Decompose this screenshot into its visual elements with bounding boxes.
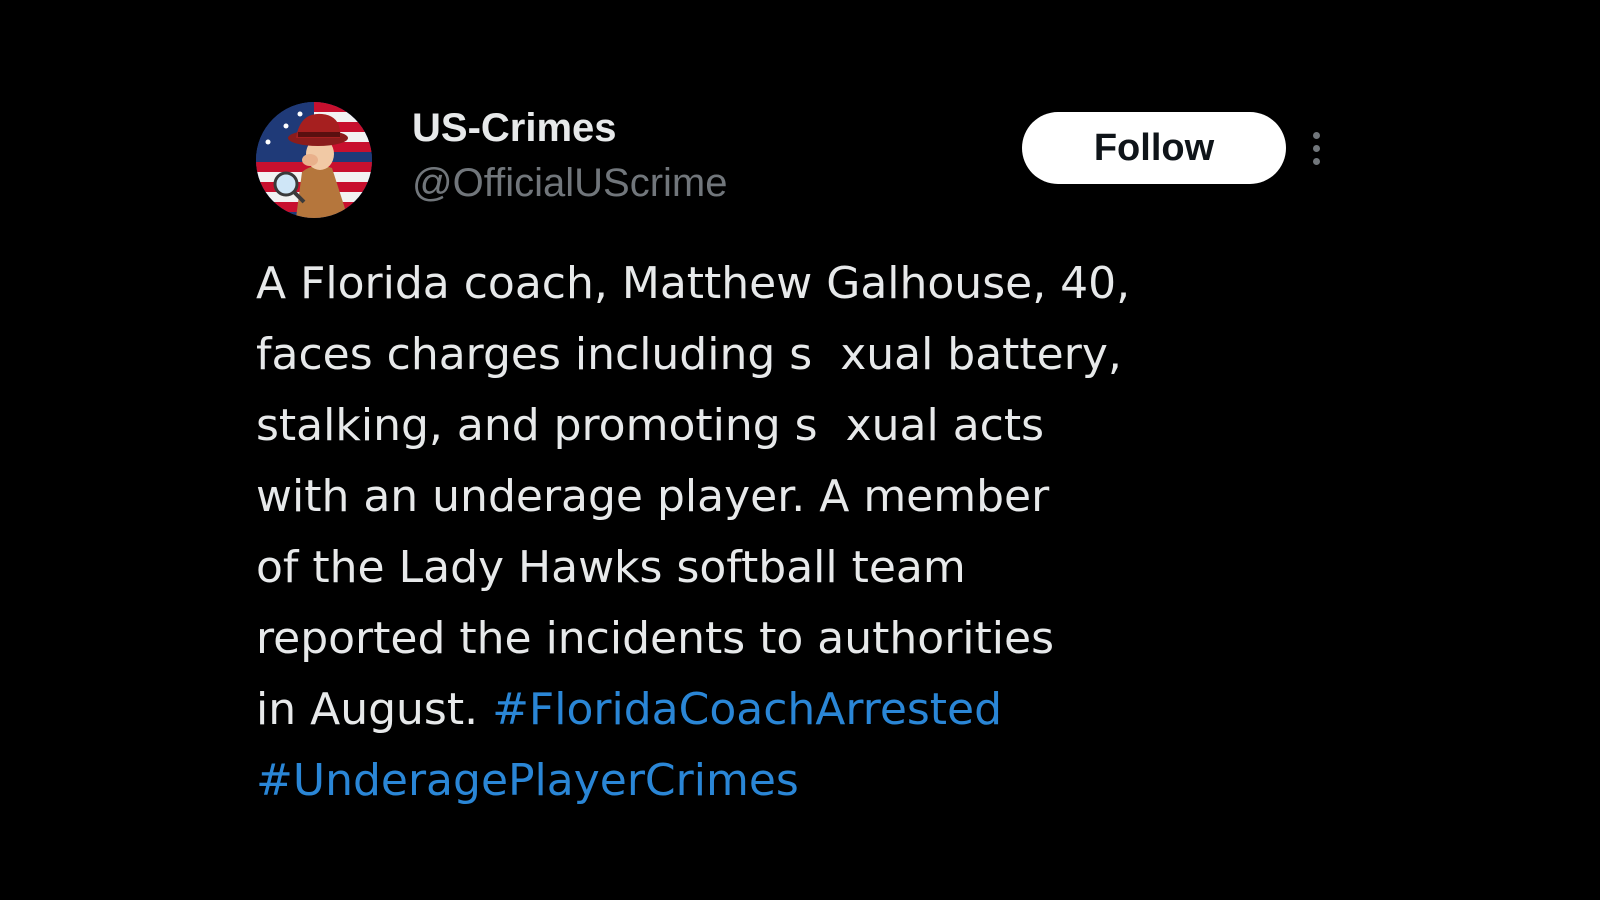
post-line: stalking, and promoting s xual acts (256, 390, 1276, 461)
author-avatar[interactable] (256, 102, 372, 218)
post-body: A Florida coach, Matthew Galhouse, 40, f… (256, 248, 1276, 816)
post-line-fragment: xual battery, (840, 329, 1122, 380)
hashtag-link[interactable]: #UnderagePlayerCrimes (256, 755, 799, 806)
post-line: of the Lady Hawks softball team (256, 542, 966, 593)
more-options-button[interactable] (1296, 118, 1336, 178)
more-vertical-icon-dot (1312, 144, 1320, 152)
post-line: reported the incidents to authorities (256, 613, 1054, 664)
follow-button[interactable]: Follow (1022, 112, 1286, 184)
more-vertical-icon (1312, 131, 1320, 139)
post-line-fragment: stalking, and promoting s (256, 400, 818, 451)
detective-flag-avatar-icon (256, 102, 372, 218)
author-display-name[interactable]: US-Crimes (412, 106, 617, 150)
post-line: faces charges including s xual battery, (256, 319, 1276, 390)
post-line: in August. #FloridaCoachArrested (256, 674, 1276, 745)
more-vertical-icon-dot (1312, 157, 1320, 165)
post-line: #UnderagePlayerCrimes (256, 745, 1276, 816)
post-line: with an underage player. A member (256, 471, 1050, 522)
post-card: US-Crimes @OfficialUScrime Follow A Flor… (232, 88, 1352, 828)
author-handle[interactable]: @OfficialUScrime (412, 160, 727, 206)
post-line: A Florida coach, Matthew Galhouse, 40, (256, 258, 1131, 309)
hashtag-link[interactable]: #FloridaCoachArrested (492, 684, 1002, 735)
post-line-fragment: in August. (256, 684, 479, 735)
post-line-fragment: faces charges including s (256, 329, 813, 380)
post-line-fragment: xual acts (845, 400, 1045, 451)
